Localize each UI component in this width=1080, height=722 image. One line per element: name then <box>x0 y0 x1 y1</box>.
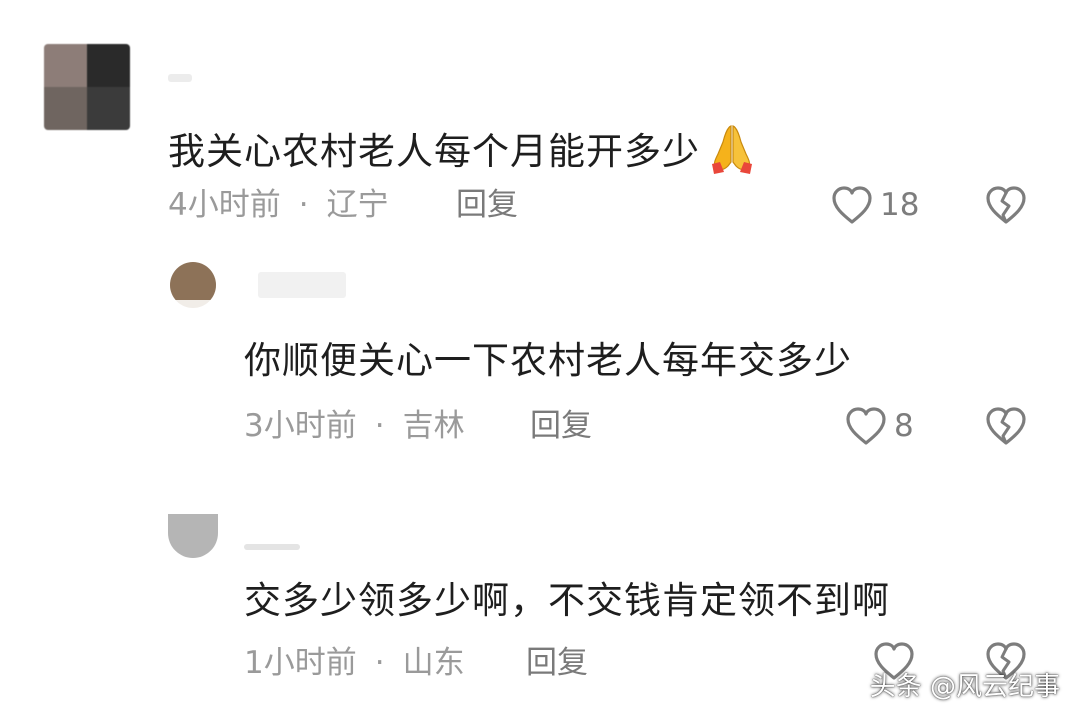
comment-location: 辽宁 <box>326 187 389 223</box>
comment-text: 我关心农村老人每个月能开多少 <box>168 120 760 176</box>
comment-time: 1小时前 <box>244 645 357 681</box>
comment-meta: 1小时前 · 山东 <box>244 648 465 679</box>
avatar[interactable] <box>170 262 216 308</box>
heart-icon <box>844 405 888 447</box>
comment-meta: 4小时前 · 辽宁 <box>168 190 389 221</box>
watermark: 头条 @风云纪事 <box>869 672 1060 702</box>
comment-time: 4小时前 <box>168 187 281 223</box>
reply-button[interactable]: 回复 <box>526 648 588 679</box>
meta-separator: · <box>298 187 309 223</box>
like-button[interactable]: 8 <box>844 405 914 447</box>
meta-separator: · <box>374 645 385 681</box>
comment-time: 3小时前 <box>244 408 357 444</box>
comment-location: 吉林 <box>402 408 465 444</box>
like-count: 8 <box>894 407 914 444</box>
folded-hands-icon <box>704 120 760 176</box>
dislike-button[interactable] <box>984 405 1028 447</box>
broken-heart-icon <box>984 184 1028 226</box>
dislike-button[interactable] <box>984 184 1028 226</box>
reply-button[interactable]: 回复 <box>456 190 518 221</box>
broken-heart-icon <box>984 405 1028 447</box>
reply-text: 交多少领多少啊，不交钱肯定领不到啊 <box>244 579 890 622</box>
username-blurred[interactable] <box>258 272 346 298</box>
like-button[interactable]: 18 <box>830 184 919 226</box>
meta-separator: · <box>374 408 385 444</box>
username-blurred[interactable] <box>168 74 192 82</box>
comment-location: 山东 <box>402 645 465 681</box>
username-blurred[interactable] <box>244 544 300 550</box>
like-count: 18 <box>880 186 920 223</box>
reply-text: 你顺便关心一下农村老人每年交多少 <box>244 339 852 382</box>
comment-meta: 3小时前 · 吉林 <box>244 411 465 442</box>
reply-button[interactable]: 回复 <box>530 411 592 442</box>
heart-icon <box>830 184 874 226</box>
avatar[interactable] <box>44 44 130 130</box>
avatar[interactable] <box>168 514 218 558</box>
